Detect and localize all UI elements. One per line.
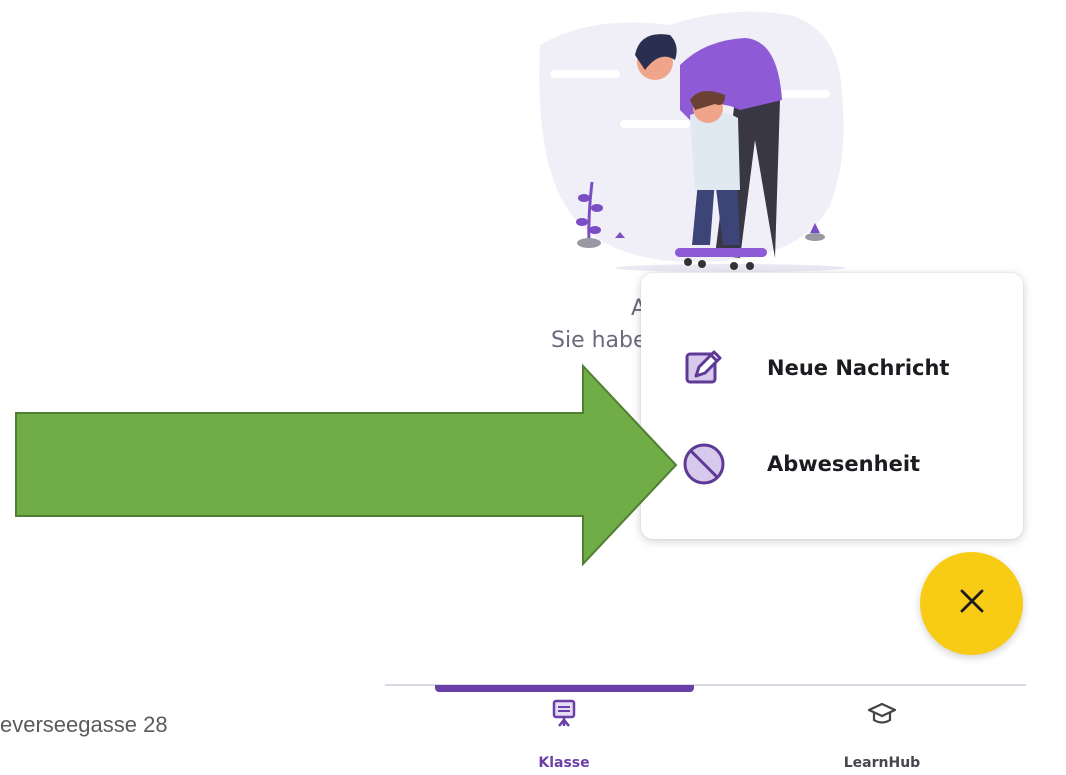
nav-item-klasse[interactable]: Klasse xyxy=(474,697,654,771)
menu-item-label: Abwesenheit xyxy=(767,452,921,476)
block-icon xyxy=(681,441,727,487)
nav-item-learnhub[interactable]: LearnHub xyxy=(792,697,972,771)
menu-item-new-message[interactable]: Neue Nachricht xyxy=(681,340,1001,396)
close-menu-button[interactable] xyxy=(920,552,1023,655)
edit-icon xyxy=(681,345,727,391)
nav-label: Klasse xyxy=(538,755,590,771)
empty-state-illustration xyxy=(539,11,845,272)
nav-label: LearnHub xyxy=(843,755,921,771)
action-menu: Neue Nachricht Abwesenheit xyxy=(641,273,1023,539)
footer-address: everseegasse 28 xyxy=(0,712,168,737)
close-icon xyxy=(959,588,985,619)
menu-item-label: Neue Nachricht xyxy=(767,356,950,380)
menu-item-absence[interactable]: Abwesenheit xyxy=(681,436,1001,492)
graduation-cap-icon xyxy=(792,697,972,731)
active-tab-indicator xyxy=(435,685,694,692)
classroom-icon xyxy=(474,697,654,731)
empty-state-subtitle: Sie habe xyxy=(551,328,647,353)
